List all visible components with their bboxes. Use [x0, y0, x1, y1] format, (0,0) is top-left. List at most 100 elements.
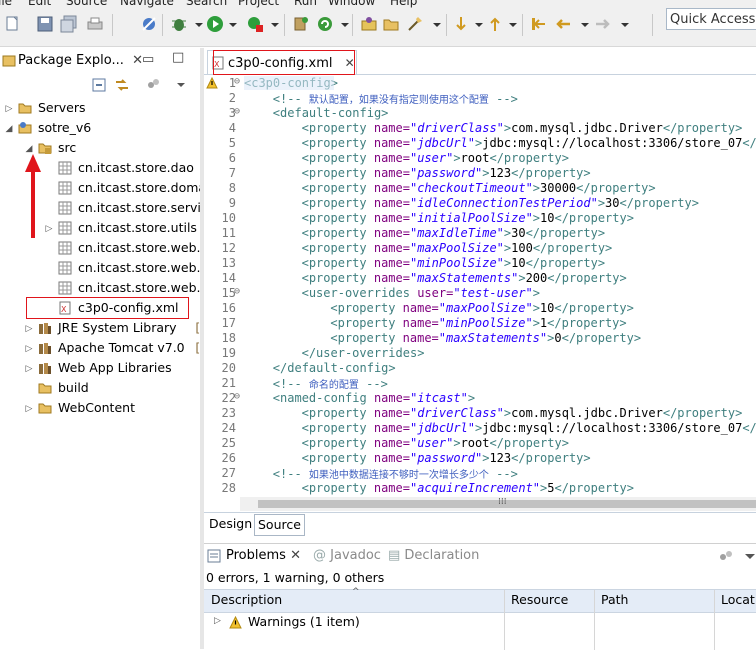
fold-icon[interactable]: ⊖ — [230, 106, 240, 117]
fold-icon[interactable]: ⊖ — [230, 391, 240, 402]
view-menu-icon[interactable] — [744, 549, 756, 563]
quick-access-field[interactable]: Quick Access — [666, 8, 756, 30]
code-line[interactable]: <property name="minPoolSize">10</propert… — [302, 256, 605, 270]
menu-project[interactable]: Project — [238, 0, 279, 8]
code-line[interactable]: <property name="maxStatements">0</proper… — [330, 331, 641, 345]
package-explorer-tab[interactable]: Package Explo... ✕ — [0, 48, 143, 74]
code-line[interactable]: <default-config> — [273, 106, 389, 120]
collapse-arrow-icon[interactable]: ◢ — [4, 119, 14, 139]
menu-source[interactable]: Source — [66, 0, 107, 8]
menu-edit[interactable]: Edit — [28, 0, 51, 8]
expand-arrow-icon[interactable]: ▷ — [4, 99, 14, 119]
code-line[interactable]: <property name="maxIdleTime">30</propert… — [302, 226, 605, 240]
expand-arrow-icon[interactable]: ▷ — [44, 219, 54, 239]
open-type-icon[interactable] — [360, 15, 378, 33]
menu-search[interactable]: Search — [186, 0, 227, 8]
code-line[interactable]: <property name="driverClass">com.mysql.j… — [302, 406, 743, 420]
filter-icon[interactable] — [718, 549, 734, 563]
fold-icon[interactable]: ⊖ — [230, 286, 240, 297]
expand-arrow-icon[interactable]: ▷ — [214, 616, 221, 626]
line-number: 10 — [221, 211, 236, 225]
refresh-icon[interactable] — [316, 15, 334, 33]
javadoc-tab[interactable]: @ Javadoc — [313, 547, 381, 565]
code-line[interactable]: <!-- 默认配置，如果没有指定则使用这个配置 --> — [273, 91, 518, 106]
run-external-icon[interactable] — [246, 15, 264, 33]
dropdown-arrow-icon[interactable] — [504, 15, 522, 33]
collapse-all-icon[interactable] — [92, 78, 106, 92]
scrollbar-thumb[interactable] — [258, 500, 756, 508]
code-line[interactable]: <property name="jdbcUrl">jdbc:mysql://lo… — [302, 421, 756, 435]
wand-icon[interactable] — [406, 15, 424, 33]
code-line[interactable]: <property name="maxPoolSize">100</proper… — [302, 241, 613, 255]
code-line[interactable]: <property name="idleConnectionTestPeriod… — [302, 196, 699, 210]
column-resource[interactable]: Resource — [511, 592, 568, 607]
svg-text:X: X — [214, 60, 220, 69]
design-tab[interactable]: Design — [206, 514, 255, 534]
expand-arrow-icon[interactable]: ▷ — [24, 399, 34, 419]
open-folder-icon[interactable] — [382, 15, 400, 33]
code-line[interactable]: <property name="driverClass">com.mysql.j… — [302, 121, 743, 135]
run-icon[interactable] — [206, 15, 224, 33]
code-line[interactable]: <property name="password">123</property> — [302, 166, 591, 180]
fold-icon[interactable]: ⊖ — [230, 76, 240, 87]
menu-run[interactable]: Run — [294, 0, 317, 8]
code-line[interactable]: <!-- 如果池中数据连接不够时一次增长多少个 --> — [273, 466, 518, 481]
save-all-icon[interactable] — [60, 15, 78, 33]
column-path[interactable]: Path — [601, 592, 628, 607]
dropdown-arrow-icon[interactable] — [576, 15, 594, 33]
maximize-icon[interactable]: □ — [172, 50, 184, 65]
dropdown-arrow-icon[interactable] — [224, 15, 242, 33]
code-line[interactable]: <property name="checkoutTimeout">30000</… — [302, 181, 656, 195]
back-icon[interactable] — [554, 15, 572, 33]
menu-help[interactable]: Help — [390, 0, 417, 8]
menu-navigate[interactable]: Navigate — [120, 0, 174, 8]
expand-arrow-icon[interactable]: ▷ — [24, 319, 34, 339]
debug-icon[interactable] — [170, 15, 188, 33]
code-line[interactable]: <user-overrides user="test-user"> — [302, 286, 540, 300]
code-line[interactable]: <property name="initialPoolSize">10</pro… — [302, 211, 634, 225]
column-location[interactable]: Locatio — [721, 592, 756, 607]
close-icon[interactable]: ✕ — [345, 56, 355, 70]
column-description[interactable]: Description — [211, 592, 282, 607]
dropdown-arrow-icon[interactable] — [428, 15, 446, 33]
print-icon[interactable] — [86, 15, 104, 33]
close-icon[interactable]: ✕ — [290, 548, 301, 563]
code-line[interactable]: <property name="user">root</property> — [302, 151, 569, 165]
code-line[interactable]: <property name="maxStatements">200</prop… — [302, 271, 627, 285]
source-tab[interactable]: Source — [254, 514, 305, 536]
menu-file[interactable]: ile — [0, 0, 12, 8]
code-line[interactable]: <named-config name="itcast"> — [273, 391, 475, 405]
declaration-tab[interactable]: ▤ Declaration — [388, 547, 479, 565]
code-line[interactable]: <!-- 命名的配置 --> — [273, 376, 388, 391]
minimize-icon[interactable]: ▭ — [142, 52, 154, 67]
table-row[interactable]: ▷ Warnings (1 item) — [204, 613, 756, 633]
link-with-editor-icon[interactable] — [114, 78, 130, 92]
last-edit-icon[interactable] — [530, 15, 548, 33]
new-server-icon[interactable] — [292, 15, 310, 33]
save-icon[interactable] — [36, 15, 54, 33]
dropdown-arrow-icon[interactable] — [616, 15, 634, 33]
code-token: 100 — [511, 241, 533, 255]
next-annotation-icon[interactable] — [452, 15, 470, 33]
code-line[interactable]: <property name="acquireIncrement">5</pro… — [302, 481, 634, 495]
code-line[interactable]: </default-config> — [273, 361, 396, 375]
prev-annotation-icon[interactable] — [486, 15, 504, 33]
expand-arrow-icon[interactable]: ▷ — [24, 359, 34, 379]
problems-tab[interactable]: Problems ✕ — [226, 547, 301, 565]
view-menu-icon[interactable] — [176, 78, 186, 92]
code-line[interactable]: </user-overrides> — [302, 346, 425, 360]
expand-arrow-icon[interactable]: ▷ — [24, 339, 34, 359]
dropdown-arrow-icon[interactable] — [266, 15, 284, 33]
line-number: 21 — [221, 376, 236, 390]
new-icon[interactable] — [4, 15, 22, 33]
code-line[interactable]: <property name="maxPoolSize">10</propert… — [330, 301, 633, 315]
editor-tab-c3p0-config[interactable]: X c3p0-config.xml ✕ — [207, 50, 357, 74]
code-line[interactable]: <property name="minPoolSize">1</property… — [330, 316, 626, 330]
code-line[interactable]: <property name="user">root</property> — [302, 436, 569, 450]
code-line[interactable]: <property name="jdbcUrl">jdbc:mysql://lo… — [302, 136, 756, 150]
menu-window[interactable]: Window — [328, 0, 375, 8]
skip-breakpoints-icon[interactable] — [140, 15, 158, 33]
code-line[interactable]: <property name="password">123</property> — [302, 451, 591, 465]
forward-icon[interactable] — [594, 15, 612, 33]
filter-icon[interactable] — [146, 78, 160, 92]
